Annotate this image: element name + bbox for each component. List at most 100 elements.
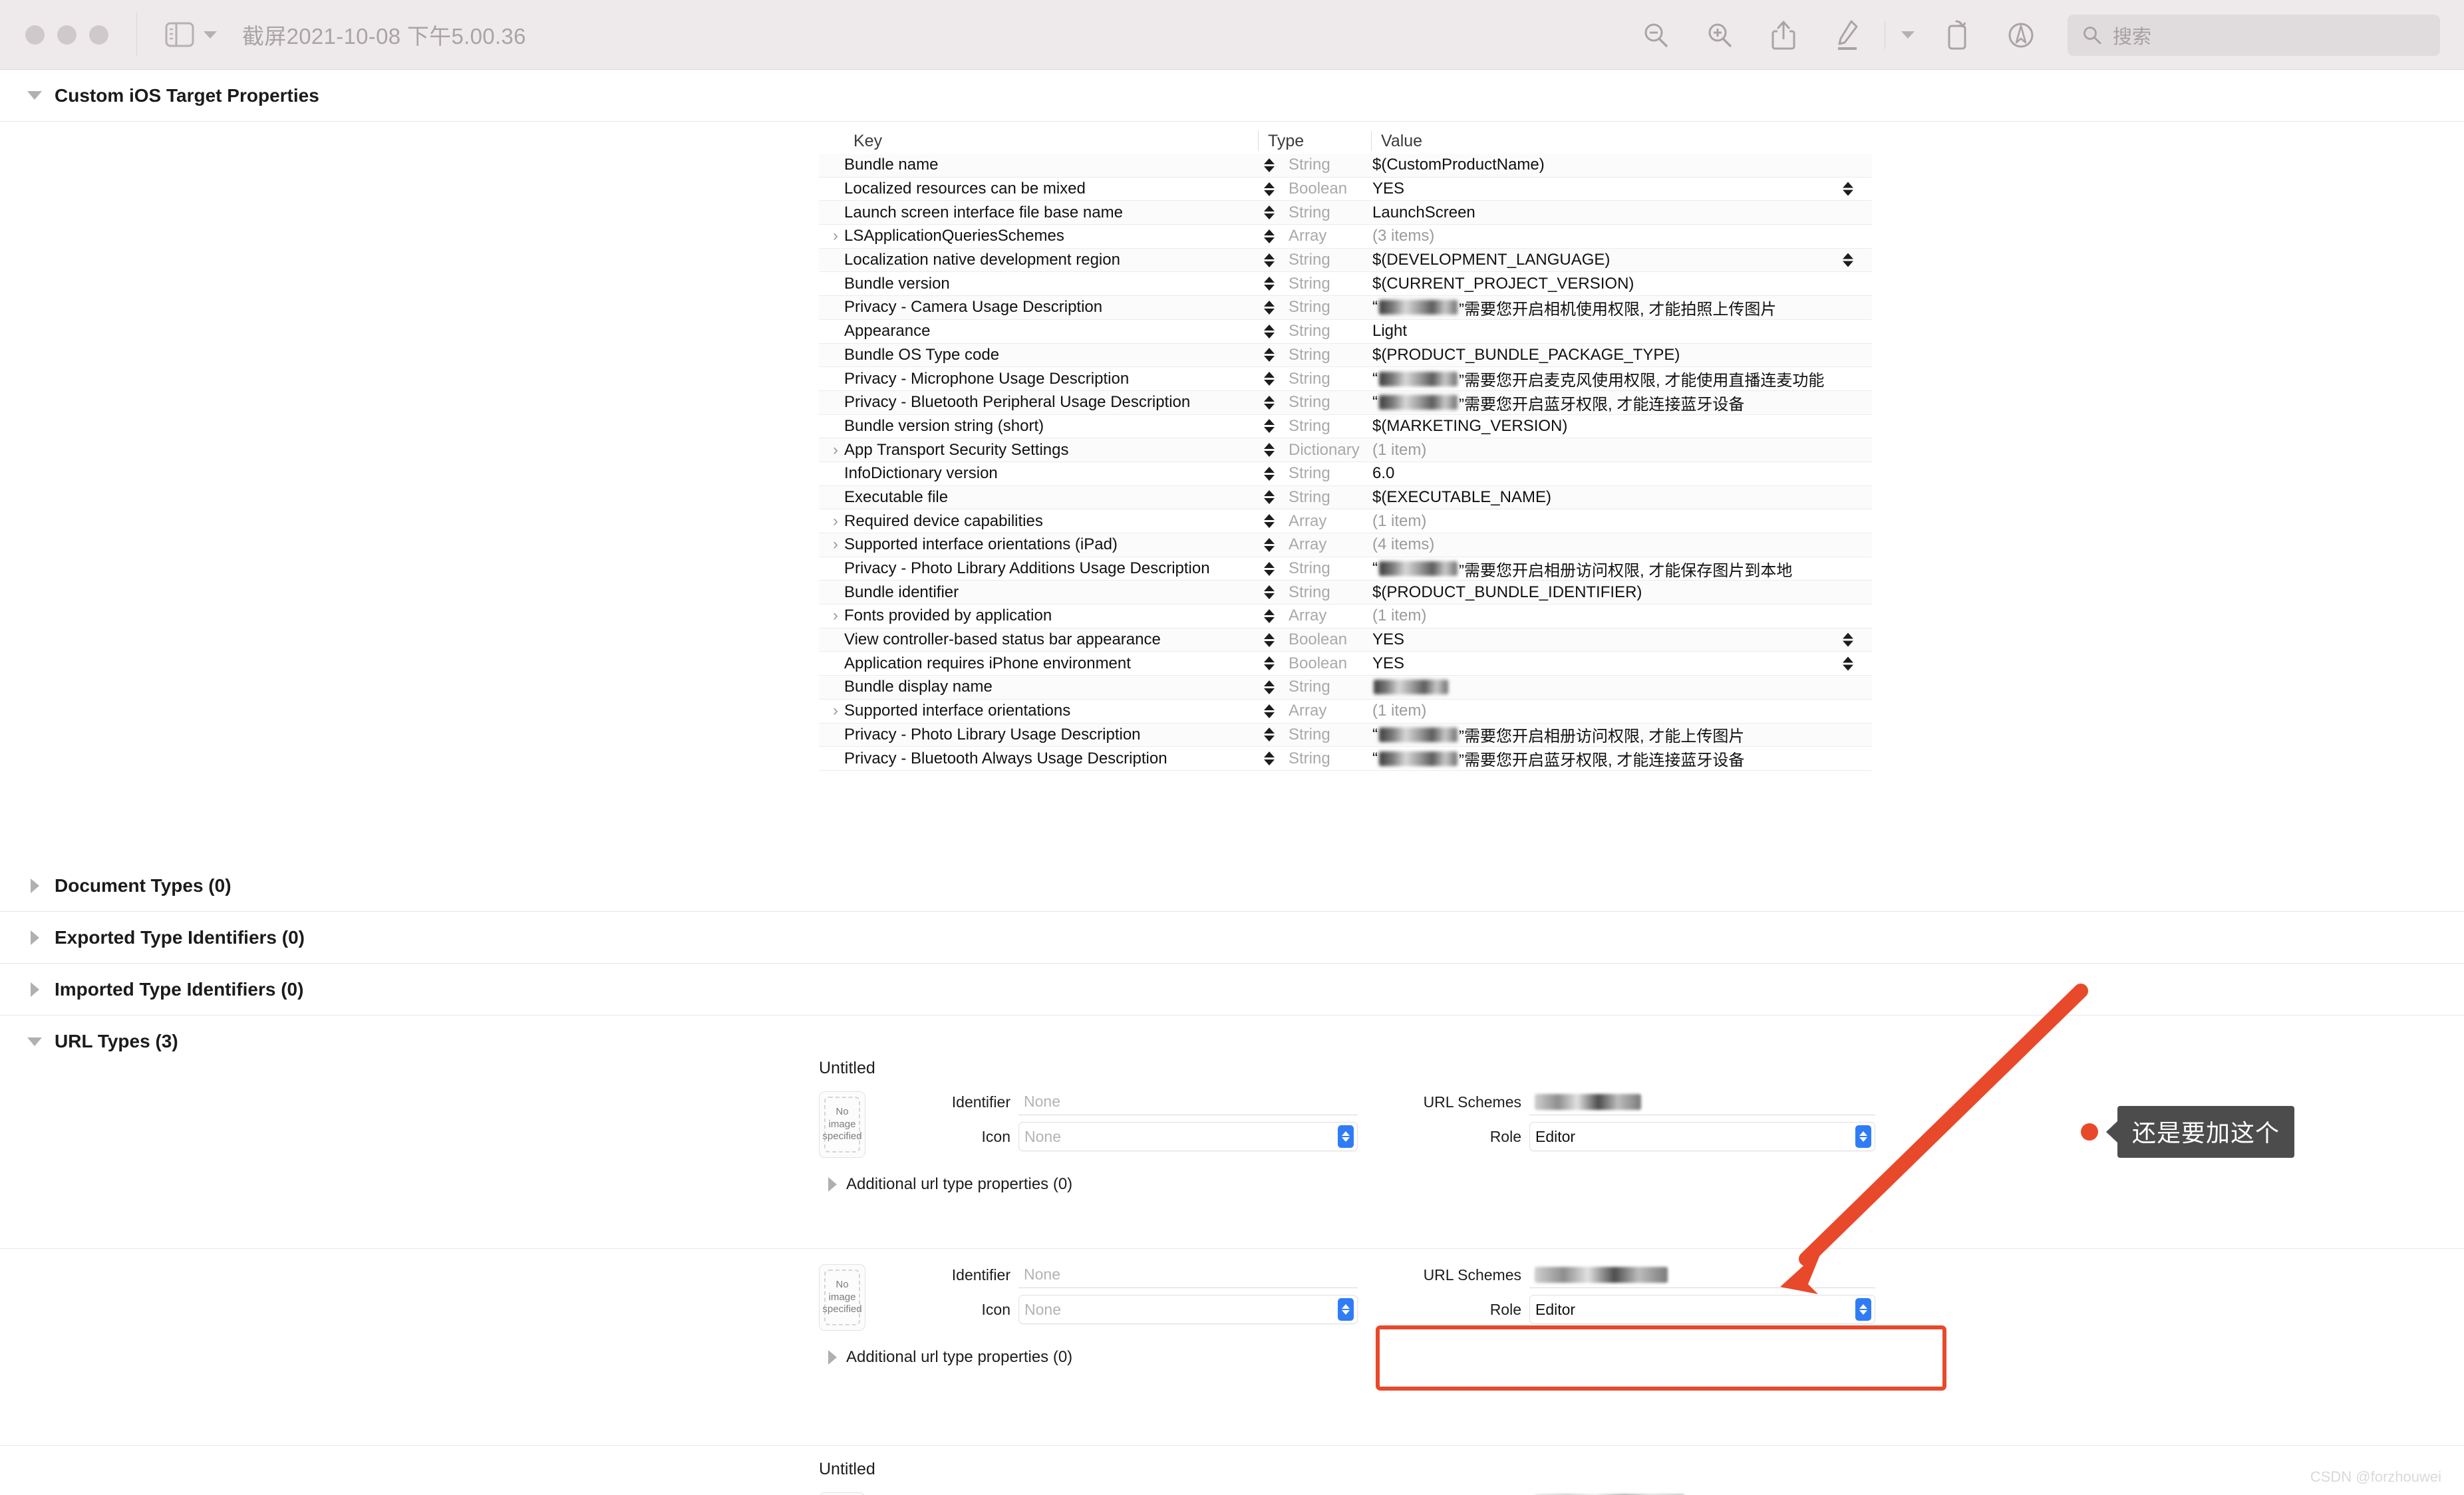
value-cell[interactable]: 6.0 (1372, 464, 1872, 483)
zoom-in-button[interactable] (1688, 0, 1752, 70)
value-cell[interactable]: “”需要您开启相机使用权限, 才能拍照上传图片 (1372, 296, 1872, 319)
value-cell[interactable]: YES (1372, 630, 1872, 649)
type-stepper[interactable] (1258, 514, 1281, 528)
value-cell[interactable]: (1 item) (1372, 702, 1872, 720)
table-row[interactable]: ›Bundle display nameString (819, 676, 1872, 700)
type-stepper[interactable] (1258, 396, 1281, 410)
value-cell[interactable]: LaunchScreen (1372, 204, 1872, 222)
table-row[interactable]: ›Supported interface orientations (iPad)… (819, 533, 1872, 557)
type-stepper[interactable] (1258, 277, 1281, 291)
type-stepper[interactable] (1258, 490, 1281, 504)
section-exported-type-identifiers[interactable]: Exported Type Identifiers (0) (0, 912, 2464, 964)
table-row[interactable]: ›Bundle identifierString$(PRODUCT_BUNDLE… (819, 581, 1872, 605)
value-cell[interactable]: $(CustomProductName) (1372, 156, 1872, 174)
identifier-input[interactable]: None (1018, 1262, 1358, 1288)
table-row[interactable]: ›Bundle versionString$(CURRENT_PROJECT_V… (819, 272, 1872, 296)
table-row[interactable]: ›Privacy - Microphone Usage DescriptionS… (819, 367, 1872, 391)
type-stepper[interactable] (1258, 467, 1281, 481)
markup-menu-button[interactable] (1891, 0, 1925, 70)
role-select[interactable]: Editor (1529, 1122, 1875, 1151)
icon-select[interactable]: None (1018, 1295, 1358, 1324)
value-cell[interactable]: (4 items) (1372, 535, 1872, 554)
value-stepper[interactable] (1843, 633, 1853, 647)
chevron-right-icon[interactable]: › (827, 513, 844, 529)
type-stepper[interactable] (1258, 609, 1281, 623)
table-row[interactable]: ›Application requires iPhone environment… (819, 652, 1872, 676)
app-icon-well[interactable]: Noimagespecified (819, 1264, 865, 1331)
value-cell[interactable]: $(PRODUCT_BUNDLE_PACKAGE_TYPE) (1372, 346, 1872, 364)
type-stepper[interactable] (1258, 205, 1281, 219)
table-row[interactable]: ›Supported interface orientationsArray(1… (819, 700, 1872, 724)
value-cell[interactable]: “”需要您开启麦克风使用权限, 才能使用直播连麦功能 (1372, 367, 1872, 390)
chevron-right-icon[interactable]: › (827, 228, 844, 244)
table-row[interactable]: ›Bundle nameString$(CustomProductName) (819, 154, 1872, 178)
popup-stepper-icon[interactable] (1338, 1125, 1354, 1148)
type-stepper[interactable] (1258, 301, 1281, 315)
type-stepper[interactable] (1258, 372, 1281, 386)
value-stepper[interactable] (1843, 182, 1853, 196)
type-stepper[interactable] (1258, 419, 1281, 433)
table-row[interactable]: ›Bundle version string (short)String$(MA… (819, 415, 1872, 439)
popup-stepper-icon[interactable] (1855, 1125, 1871, 1148)
additional-properties-toggle[interactable]: Additional url type properties (0) (819, 1175, 1883, 1194)
value-stepper[interactable] (1843, 656, 1853, 670)
value-cell[interactable]: Light (1372, 322, 1872, 340)
icon-select[interactable]: None (1018, 1122, 1358, 1151)
type-stepper[interactable] (1258, 704, 1281, 718)
type-stepper[interactable] (1258, 229, 1281, 243)
section-document-types[interactable]: Document Types (0) (0, 860, 2464, 912)
url-schemes-input[interactable] (1529, 1490, 1875, 1495)
value-cell[interactable]: $(MARKETING_VERSION) (1372, 417, 1872, 436)
markup-button[interactable] (1815, 0, 1879, 70)
table-row[interactable]: ›Privacy - Camera Usage DescriptionStrin… (819, 296, 1872, 320)
table-row[interactable]: ›Privacy - Bluetooth Peripheral Usage De… (819, 391, 1872, 415)
table-row[interactable]: ›Launch screen interface file base nameS… (819, 201, 1872, 225)
share-button[interactable] (1752, 0, 1815, 70)
type-stepper[interactable] (1258, 751, 1281, 765)
type-stepper[interactable] (1258, 728, 1281, 742)
disclosure-toggle[interactable] (15, 879, 55, 893)
value-cell[interactable]: “”需要您开启蓝牙权限, 才能连接蓝牙设备 (1372, 391, 1872, 414)
popup-stepper-icon[interactable] (1855, 1298, 1871, 1321)
url-schemes-input[interactable] (1529, 1089, 1875, 1115)
role-select[interactable]: Editor (1529, 1295, 1875, 1324)
section-custom-ios-target-properties[interactable]: Custom iOS Target Properties (0, 70, 2464, 122)
maximize-button[interactable] (89, 25, 108, 45)
chevron-right-icon[interactable]: › (827, 608, 844, 624)
type-stepper[interactable] (1258, 325, 1281, 339)
value-cell[interactable]: $(CURRENT_PROJECT_VERSION) (1372, 275, 1872, 293)
table-row[interactable]: ›Privacy - Bluetooth Always Usage Descri… (819, 747, 1872, 771)
identifier-input[interactable]: None (1018, 1490, 1358, 1495)
identifier-input[interactable]: None (1018, 1089, 1358, 1115)
sidebar-toggle-button[interactable] (165, 22, 217, 47)
chevron-right-icon[interactable]: › (827, 703, 844, 719)
type-stepper[interactable] (1258, 680, 1281, 694)
url-schemes-input[interactable] (1529, 1262, 1875, 1288)
zoom-out-button[interactable] (1624, 0, 1688, 70)
app-icon-well[interactable]: Noimagespecified (819, 1492, 865, 1495)
type-stepper[interactable] (1258, 562, 1281, 576)
table-row[interactable]: ›View controller-based status bar appear… (819, 628, 1872, 652)
disclosure-toggle[interactable] (15, 930, 55, 945)
value-cell[interactable]: YES (1372, 180, 1872, 198)
type-stepper[interactable] (1258, 656, 1281, 670)
section-imported-type-identifiers[interactable]: Imported Type Identifiers (0) (0, 964, 2464, 1016)
chevron-right-icon[interactable]: › (827, 442, 844, 458)
rotate-button[interactable] (1925, 0, 1989, 70)
table-row[interactable]: ›Bundle OS Type codeString$(PRODUCT_BUND… (819, 344, 1872, 368)
chevron-right-icon[interactable]: › (827, 537, 844, 553)
value-cell[interactable]: (1 item) (1372, 441, 1872, 460)
value-cell[interactable]: “”需要您开启相册访问权限, 才能保存图片到本地 (1372, 557, 1872, 581)
type-stepper[interactable] (1258, 633, 1281, 647)
app-icon-well[interactable]: Noimagespecified (819, 1091, 865, 1158)
table-row[interactable]: ›AppearanceStringLight (819, 320, 1872, 344)
value-cell[interactable]: “”需要您开启蓝牙权限, 才能连接蓝牙设备 (1372, 747, 1872, 770)
value-cell[interactable]: (1 item) (1372, 512, 1872, 531)
type-stepper[interactable] (1258, 443, 1281, 457)
type-stepper[interactable] (1258, 182, 1281, 196)
table-row[interactable]: ›Privacy - Photo Library Additions Usage… (819, 557, 1872, 581)
value-cell[interactable]: $(DEVELOPMENT_LANGUAGE) (1372, 251, 1872, 269)
popup-stepper-icon[interactable] (1338, 1298, 1354, 1321)
value-cell[interactable]: $(EXECUTABLE_NAME) (1372, 488, 1872, 507)
table-row[interactable]: ›Executable fileString$(EXECUTABLE_NAME) (819, 486, 1872, 510)
